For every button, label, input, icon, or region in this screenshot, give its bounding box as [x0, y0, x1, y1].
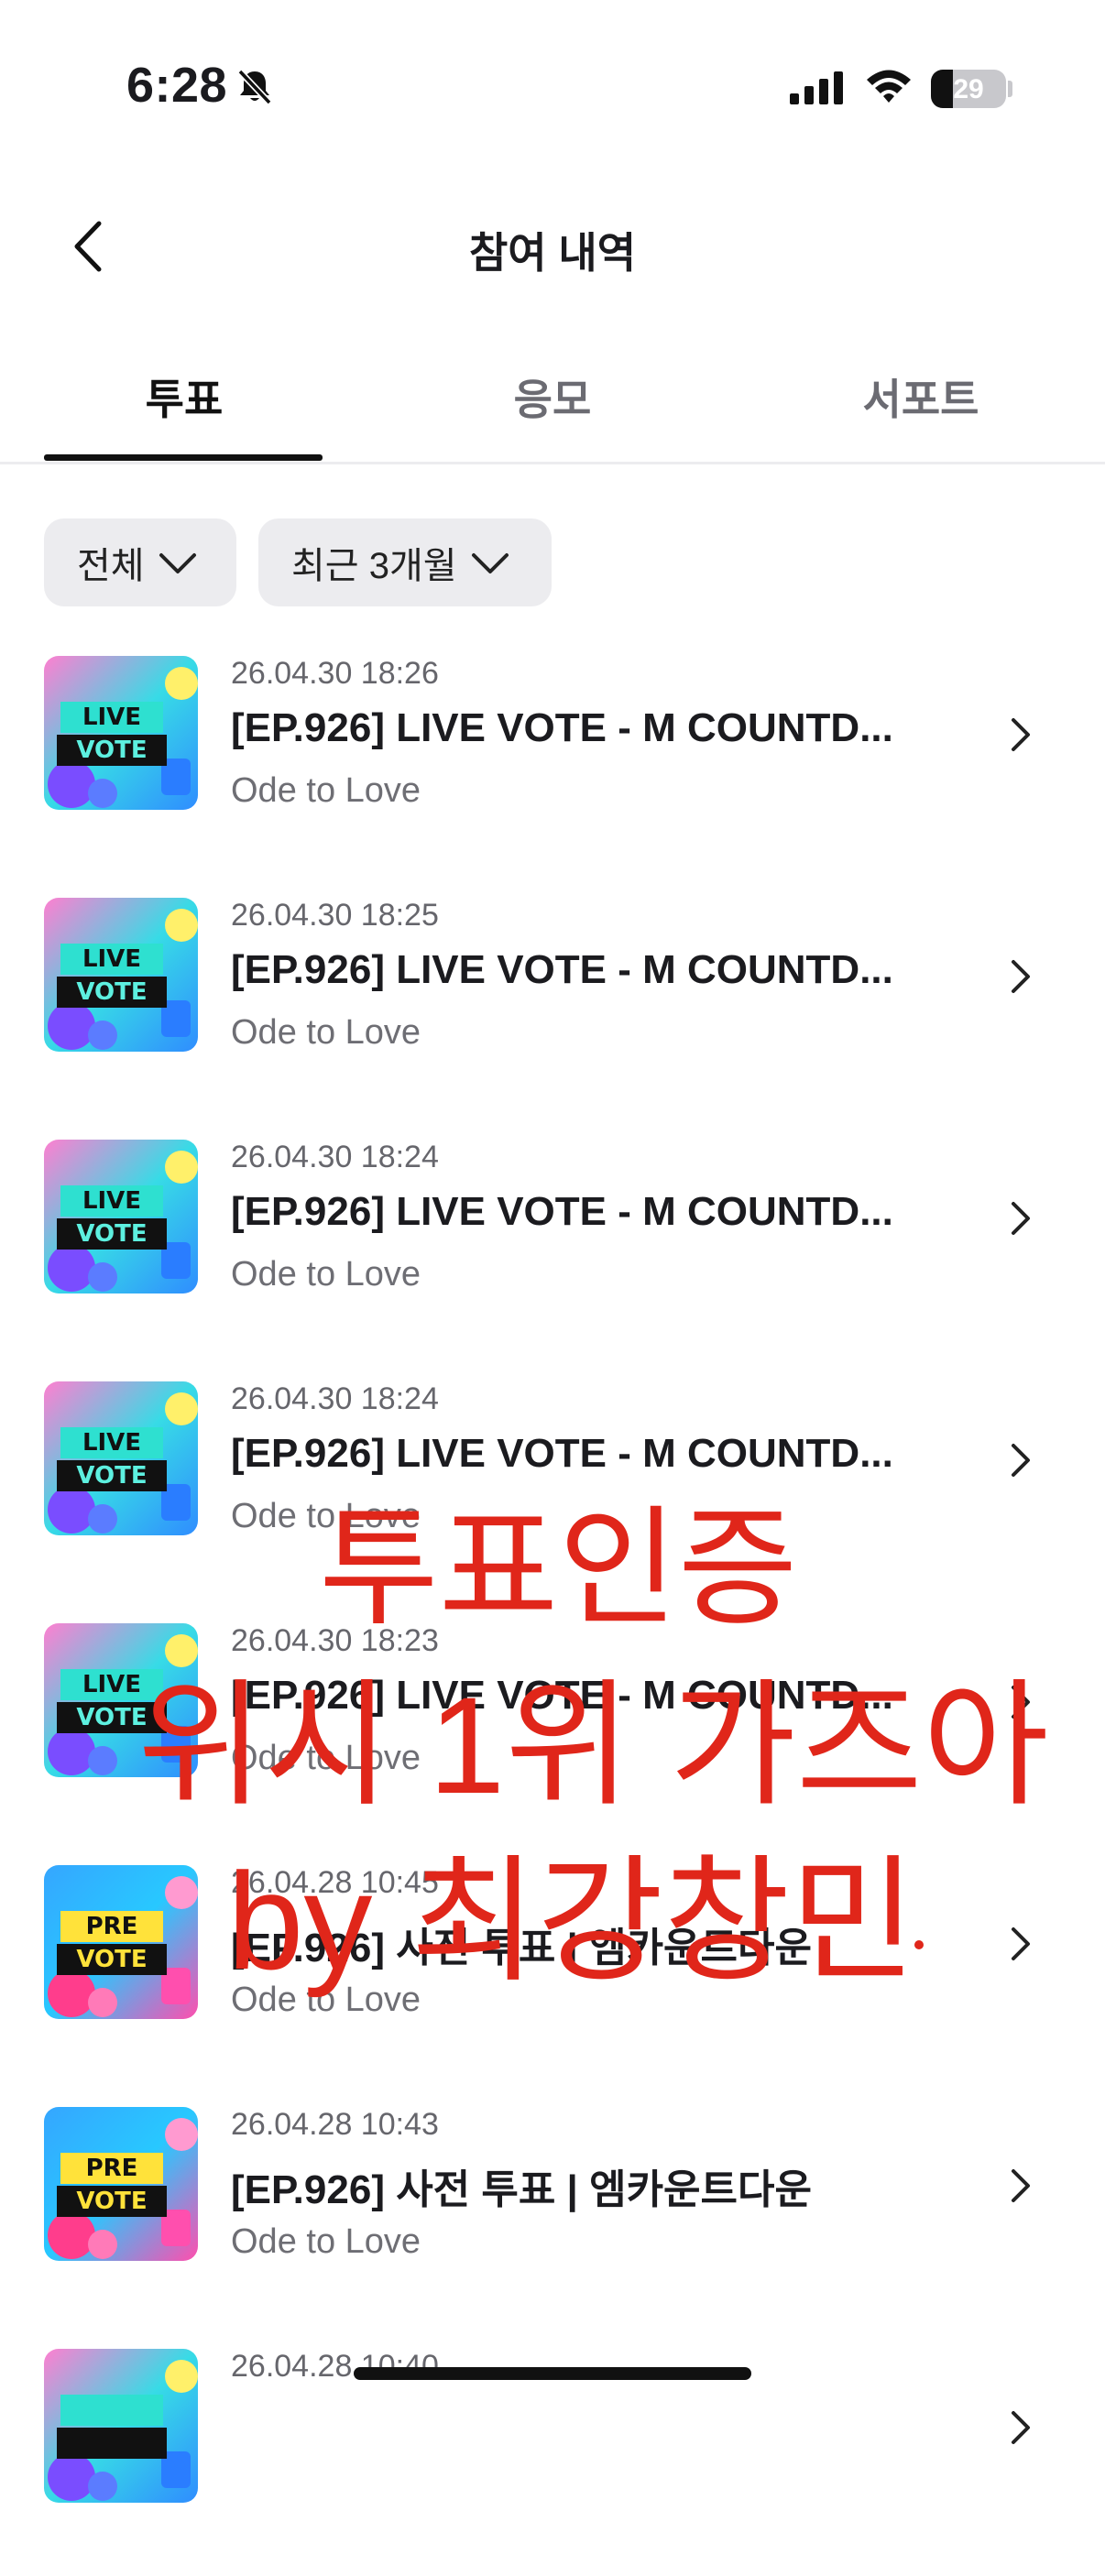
battery-icon: 29: [931, 70, 1006, 108]
vote-date: 26.04.30 18:24: [231, 1140, 439, 1174]
list-item[interactable]: LIVE VOTE 26.04.30 18:24 [EP.926] LIVE VO…: [0, 1125, 1105, 1367]
vote-date: 26.04.28 10:43: [231, 2107, 439, 2142]
battery-cap: [1008, 81, 1012, 97]
vote-thumbnail: LIVE VOTE: [44, 1623, 198, 1777]
thumbnail-label-top: PRE: [85, 2155, 138, 2182]
list-item[interactable]: PRE VOTE 26.04.28 10:45 [EP.926] 사전 투표 | …: [0, 1850, 1105, 2092]
vote-song: Ode to Love: [231, 771, 421, 810]
thumbnail-label-bottom: [57, 2428, 167, 2459]
vote-song: Ode to Love: [231, 1739, 421, 1777]
thumbnail-label-bottom: VOTE: [76, 978, 148, 1006]
tab-entry[interactable]: 응모: [368, 366, 737, 427]
vote-title: [EP.926] 사전 투표 | 엠카운트다운: [231, 2167, 812, 2212]
vote-date: 26.04.30 18:23: [231, 1623, 439, 1658]
thumbnail-label-top: LIVE: [82, 1187, 142, 1215]
chevron-right-icon: [1006, 2407, 1034, 2452]
chevron-right-icon: [1006, 2166, 1034, 2210]
vote-thumbnail: LIVE VOTE: [44, 656, 198, 810]
wifi-icon: [865, 68, 913, 109]
vote-thumbnail: PRE VOTE: [44, 2107, 198, 2261]
chevron-right-icon: [1006, 1440, 1034, 1485]
vote-song: Ode to Love: [231, 1981, 421, 2019]
bell-slash-icon: [235, 66, 275, 111]
vote-title: [EP.926] LIVE VOTE - M COUNTD...: [231, 705, 893, 750]
status-bar: 6:28 29: [0, 0, 1105, 174]
chevron-right-icon: [1006, 1682, 1034, 1727]
filter-period-label: 최근 3개월: [291, 546, 457, 586]
vote-title: [EP.926] LIVE VOTE - M COUNTD...: [231, 1189, 893, 1234]
thumbnail-label-bottom: VOTE: [76, 2188, 148, 2215]
vote-song: Ode to Love: [231, 1013, 421, 1052]
tab-vote[interactable]: 투표: [0, 366, 368, 427]
vote-date: 26.04.28 10:45: [231, 1865, 439, 1900]
vote-thumbnail: LIVE VOTE: [44, 1381, 198, 1535]
filter-category-label: 전체: [77, 546, 145, 586]
battery-percent: 29: [953, 74, 984, 104]
vote-thumbnail: PRE VOTE: [44, 1865, 198, 2019]
thumbnail-label-bottom: VOTE: [76, 1462, 148, 1490]
vote-song: Ode to Love: [231, 1497, 421, 1535]
chevron-right-icon: [1006, 1924, 1034, 1969]
chevron-right-icon: [1006, 1198, 1034, 1243]
filter-period-dropdown[interactable]: 최근 3개월: [258, 518, 552, 606]
vote-title: [EP.926] LIVE VOTE - M COUNTD...: [231, 1431, 893, 1476]
list-item[interactable]: LIVE VOTE 26.04.30 18:26 [EP.926] LIVE VO…: [0, 641, 1105, 883]
vote-date: 26.04.30 18:24: [231, 1381, 439, 1416]
thumbnail-label-bottom: VOTE: [76, 1220, 148, 1248]
list-item[interactable]: LIVE VOTE 26.04.30 18:25 [EP.926] LIVE VO…: [0, 883, 1105, 1125]
page-title: 참여 내역: [468, 229, 637, 277]
vote-song: Ode to Love: [231, 1255, 421, 1293]
thumbnail-label-top: LIVE: [82, 1429, 142, 1457]
vote-date: 26.04.30 18:25: [231, 898, 439, 933]
thumbnail-label-top: LIVE: [82, 945, 142, 973]
list-item[interactable]: PRE VOTE 26.04.28 10:43 [EP.926] 사전 투표 | …: [0, 2092, 1105, 2334]
home-indicator[interactable]: [354, 2367, 751, 2380]
active-tab-indicator: [44, 454, 323, 461]
vote-date: 26.04.30 18:26: [231, 656, 439, 691]
cellular-signal-icon: [790, 71, 845, 109]
thumbnail-label-top: LIVE: [82, 1671, 142, 1698]
filter-category-dropdown[interactable]: 전체: [44, 518, 236, 606]
vote-thumbnail: [44, 2349, 198, 2503]
vote-title: [EP.926] LIVE VOTE - M COUNTD...: [231, 947, 893, 992]
list-item[interactable]: LIVE VOTE 26.04.30 18:24 [EP.926] LIVE VO…: [0, 1367, 1105, 1609]
thumbnail-label-bottom: VOTE: [76, 737, 148, 764]
tab-bar: 투표 응모 서포트: [0, 339, 1105, 464]
chevron-right-icon: [1006, 715, 1034, 759]
tab-support[interactable]: 서포트: [737, 366, 1105, 427]
chevron-right-icon: [1006, 956, 1034, 1001]
thumbnail-label-top: LIVE: [82, 704, 142, 731]
thumbnail-label-top: PRE: [85, 1913, 138, 1940]
thumbnail-label-top: [60, 2395, 163, 2426]
list-item[interactable]: LIVE VOTE 26.04.30 18:23 [EP.926] LIVE VO…: [0, 1609, 1105, 1850]
vote-title: [EP.926] LIVE VOTE - M COUNTD...: [231, 1673, 893, 1718]
vote-thumbnail: LIVE VOTE: [44, 898, 198, 1052]
vote-song: Ode to Love: [231, 2222, 421, 2261]
chevron-down-icon: [159, 553, 196, 573]
vote-title: [EP.926] 사전 투표 | 엠카운트다운: [231, 1926, 812, 1970]
chevron-down-icon: [471, 553, 509, 573]
thumbnail-label-bottom: VOTE: [76, 1704, 148, 1731]
status-time: 6:28: [126, 58, 228, 113]
thumbnail-label-bottom: VOTE: [76, 1946, 148, 1973]
vote-thumbnail: LIVE VOTE: [44, 1140, 198, 1293]
